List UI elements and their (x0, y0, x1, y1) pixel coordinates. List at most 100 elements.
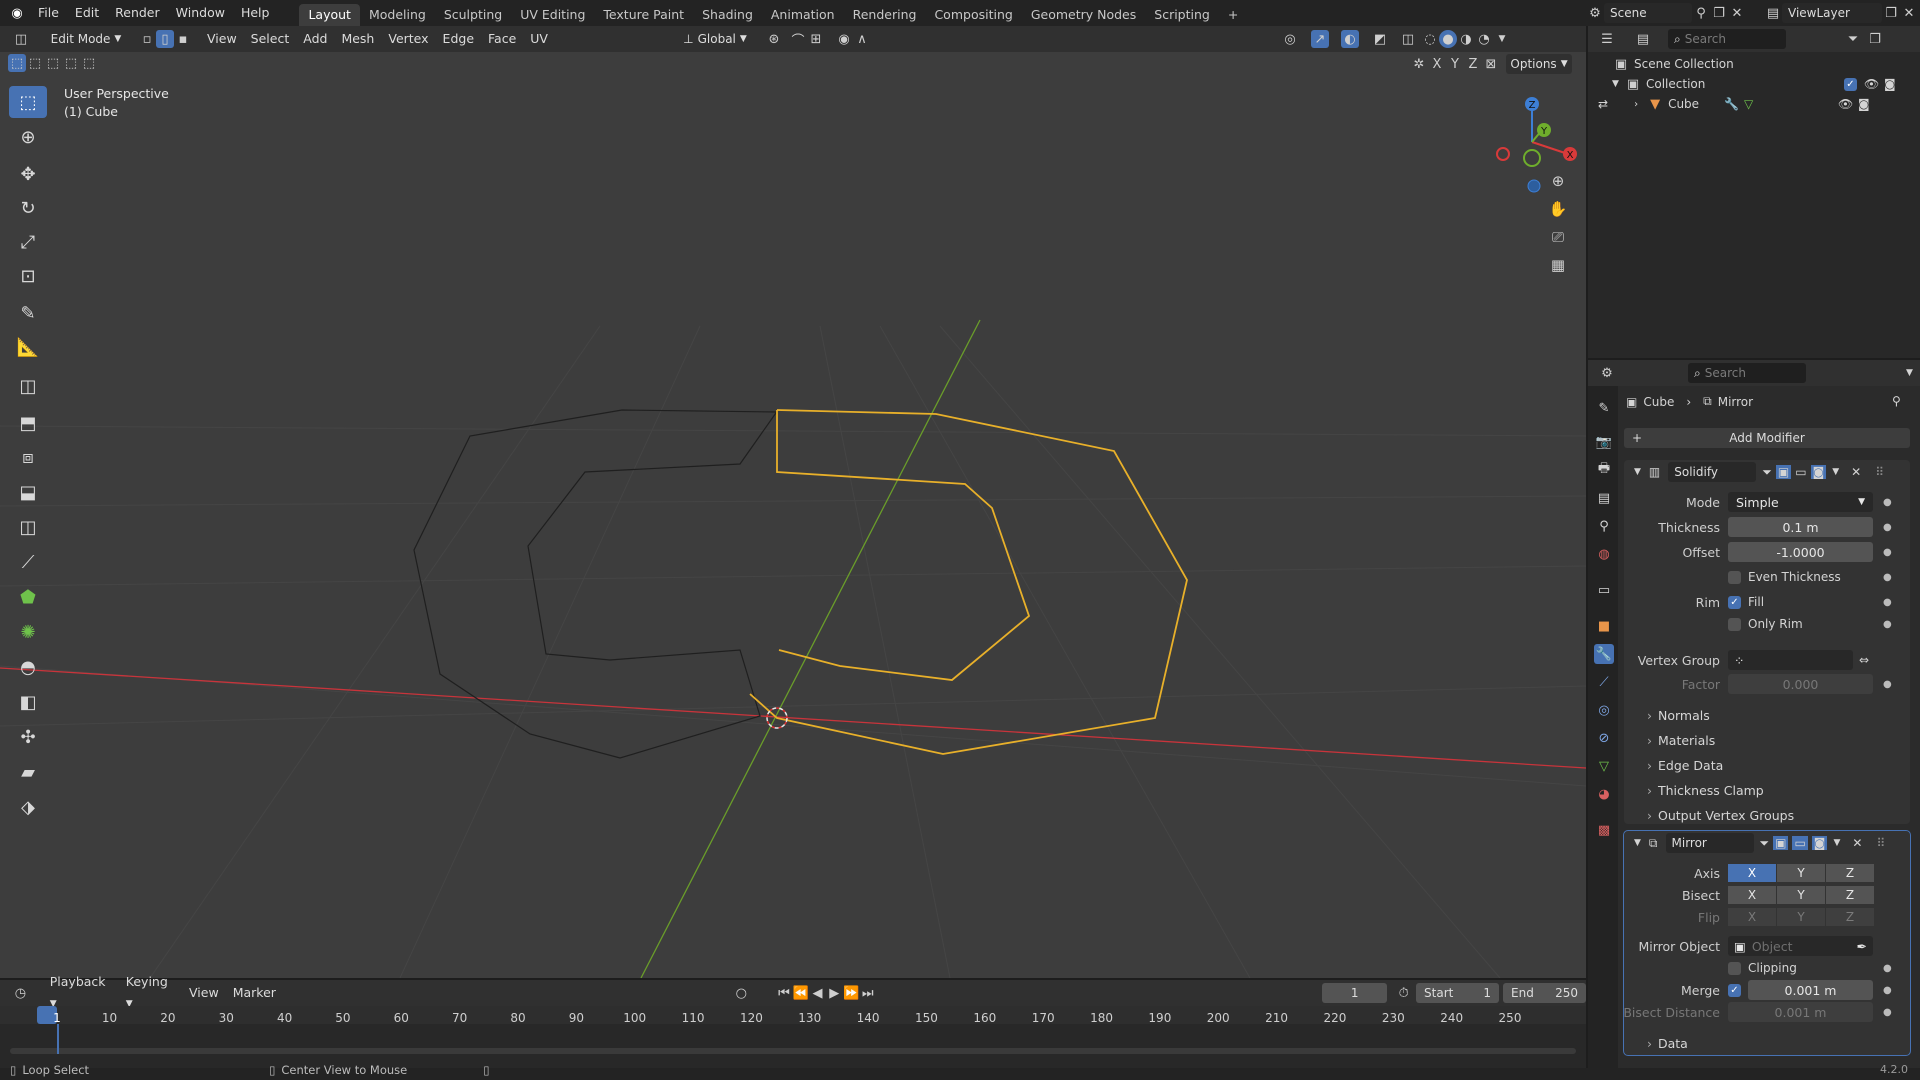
keyframe-dot-icon[interactable]: ● (1883, 679, 1892, 690)
inset-faces-tool-icon[interactable]: ⧈ (9, 441, 47, 473)
keyframe-dot-icon[interactable]: ● (1883, 522, 1892, 533)
menu-edge[interactable]: Edge (436, 29, 481, 49)
play-reverse-icon[interactable]: ◀ (809, 984, 826, 1002)
blender-logo-icon[interactable]: ◉ (8, 4, 26, 22)
menu-marker[interactable]: Marker (226, 983, 283, 1003)
properties-editor-icon[interactable]: ⚙ (1598, 364, 1616, 382)
solid-shading-icon[interactable]: ● (1438, 30, 1457, 48)
perspective-toggle-icon[interactable]: ▦ (1549, 256, 1567, 274)
chevron-down-icon[interactable]: ▼ (1906, 368, 1913, 378)
delete-scene-icon[interactable]: ✕ (1728, 4, 1746, 22)
overlay-toggle-icon[interactable]: ◐ (1340, 30, 1359, 48)
workspace-tab-uv-editing[interactable]: UV Editing (511, 4, 594, 26)
auto-keying-icon[interactable]: ○ (733, 984, 750, 1002)
loop-cut-tool-icon[interactable]: ◫ (9, 511, 47, 543)
workspace-tab-shading[interactable]: Shading (693, 4, 762, 26)
proportional-falloff-icon[interactable]: ∧ (853, 30, 871, 48)
editmode-cage-icon[interactable]: ⏷ (1760, 836, 1770, 851)
expand-arrow-icon[interactable]: ▼ (1612, 79, 1624, 89)
spin-tool-icon[interactable]: ✺ (9, 616, 47, 648)
flip-y-toggle[interactable]: Y (1777, 908, 1825, 926)
move-tool-icon[interactable]: ✥ (9, 158, 47, 190)
viewport-3d[interactable]: ◫ Edit Mode ▼ ▫ ▯ ▪ View Select Add Mesh… (0, 26, 1586, 978)
mirror-options-icon[interactable]: ✲ (1410, 55, 1428, 73)
bevel-tool-icon[interactable]: ⬓ (9, 476, 47, 508)
new-view-layer-icon[interactable]: ❐ (1882, 4, 1900, 22)
workspace-tab-scripting[interactable]: Scripting (1145, 4, 1219, 26)
axis-x-toggle[interactable]: X (1728, 864, 1776, 882)
menu-timeline-view[interactable]: View (182, 983, 226, 1003)
merge-distance-field[interactable]: 0.001 m (1748, 980, 1873, 1000)
offset-field[interactable]: -1.0000 (1728, 542, 1873, 562)
exclude-checkbox[interactable]: ✓ (1844, 77, 1857, 91)
shrink-fatten-tool-icon[interactable]: ✣ (9, 721, 47, 753)
menu-vertex[interactable]: Vertex (381, 29, 435, 49)
outliner-search[interactable]: ⌕ Search (1668, 29, 1786, 49)
subpanel-normals[interactable]: Normals (1647, 708, 1710, 723)
collapse-arrow-icon[interactable]: ▼ (1634, 467, 1641, 477)
scene-selector[interactable]: Scene (1604, 3, 1692, 23)
solidify-name-field[interactable]: Solidify (1668, 462, 1757, 482)
smooth-tool-icon[interactable]: ◓ (9, 651, 47, 683)
eye-icon[interactable]: 👁 (1864, 77, 1879, 91)
keyframe-dot-icon[interactable]: ● (1883, 547, 1892, 558)
wireframe-shading-icon[interactable]: ◌ (1421, 30, 1439, 48)
only-rim-checkbox[interactable] (1728, 617, 1741, 631)
mirror-object-field[interactable]: ▣ Object ✒ (1728, 936, 1873, 956)
camera-render-icon[interactable]: ◙ (1884, 77, 1896, 91)
drag-handle-icon[interactable]: ⠿ (1876, 836, 1885, 850)
thickness-field[interactable]: 0.1 m (1728, 517, 1873, 537)
keyframe-dot-icon[interactable]: ● (1883, 497, 1892, 508)
edge-slide-tool-icon[interactable]: ◧ (9, 686, 47, 718)
mode-selector[interactable]: Edit Mode ▼ (40, 29, 132, 49)
timer-icon[interactable]: ⏱ (1395, 984, 1412, 1002)
clipping-checkbox[interactable] (1728, 961, 1741, 975)
physics-tab-icon[interactable]: ◎ (1594, 700, 1614, 720)
poly-build-tool-icon[interactable]: ⬟ (9, 581, 47, 613)
modifier-wrench-icon[interactable]: 🔧 (1724, 97, 1739, 111)
workspace-tab-modeling[interactable]: Modeling (360, 4, 435, 26)
outliner-editor-icon[interactable]: ☰ (1598, 30, 1616, 48)
subpanel-thickness-clamp[interactable]: Thickness Clamp (1647, 783, 1764, 798)
keyframe-dot-icon[interactable]: ● (1883, 985, 1892, 996)
filter-icon[interactable]: ⏷ (1844, 30, 1862, 48)
mirror-y-toggle[interactable]: Y (1446, 55, 1464, 73)
end-frame-field[interactable]: End 250 (1503, 983, 1586, 1003)
menu-mesh[interactable]: Mesh (334, 29, 381, 49)
subpanel-data[interactable]: Data (1647, 1036, 1688, 1051)
keyframe-dot-icon[interactable]: ● (1883, 619, 1892, 630)
render-tab-icon[interactable]: 📷 (1594, 432, 1614, 452)
workspace-tab-layout[interactable]: Layout (299, 4, 360, 26)
mesh-data-icon[interactable]: ▽ (1744, 97, 1753, 111)
chevron-down-icon[interactable]: ▼ (1833, 838, 1840, 848)
jump-keyframe-back-icon[interactable]: ⏪ (792, 984, 809, 1002)
menu-select[interactable]: Select (244, 29, 297, 49)
bisect-distance-field[interactable]: 0.001 m (1728, 1002, 1873, 1022)
menu-face[interactable]: Face (481, 29, 523, 49)
properties-search[interactable]: ⌕ Search (1688, 363, 1806, 383)
menu-view[interactable]: View (200, 29, 244, 49)
flip-z-toggle[interactable]: Z (1826, 908, 1874, 926)
scale-tool-icon[interactable]: ⤢ (9, 226, 47, 258)
pin-icon[interactable]: ⚲ (1892, 394, 1901, 408)
bisect-z-toggle[interactable]: Z (1826, 886, 1874, 904)
vertex-select-icon[interactable]: ▫ (138, 30, 156, 48)
transform-tool-icon[interactable]: ⊡ (9, 260, 47, 292)
workspace-tab-compositing[interactable]: Compositing (925, 4, 1021, 26)
data-tab-icon[interactable]: ▽ (1594, 756, 1614, 776)
menu-edit[interactable]: Edit (67, 0, 107, 26)
timeline-ruler[interactable] (0, 1006, 1586, 1024)
material-shading-icon[interactable]: ◑ (1457, 30, 1475, 48)
camera-render-icon[interactable]: ◙ (1858, 97, 1870, 111)
show-in-viewport-icon[interactable]: ▭ (1792, 836, 1808, 850)
rim-fill-checkbox[interactable]: ✓ (1728, 595, 1741, 609)
chevron-down-icon[interactable]: ▼ (1832, 467, 1839, 477)
select-new-icon[interactable]: ⬚ (8, 54, 26, 72)
drag-handle-icon[interactable]: ⠿ (1875, 465, 1884, 479)
select-intersect-icon[interactable]: ⬚ (80, 54, 98, 72)
constraints-tab-icon[interactable]: ⊘ (1594, 728, 1614, 748)
extrude-tool-icon[interactable]: ⬒ (9, 407, 47, 439)
timeline-scrollbar[interactable] (10, 1048, 1576, 1054)
expand-arrow-icon[interactable]: › (1634, 99, 1646, 110)
outliner-row-collection[interactable]: ▼ ▣ Collection ✓ 👁 ◙ (1612, 74, 1912, 94)
